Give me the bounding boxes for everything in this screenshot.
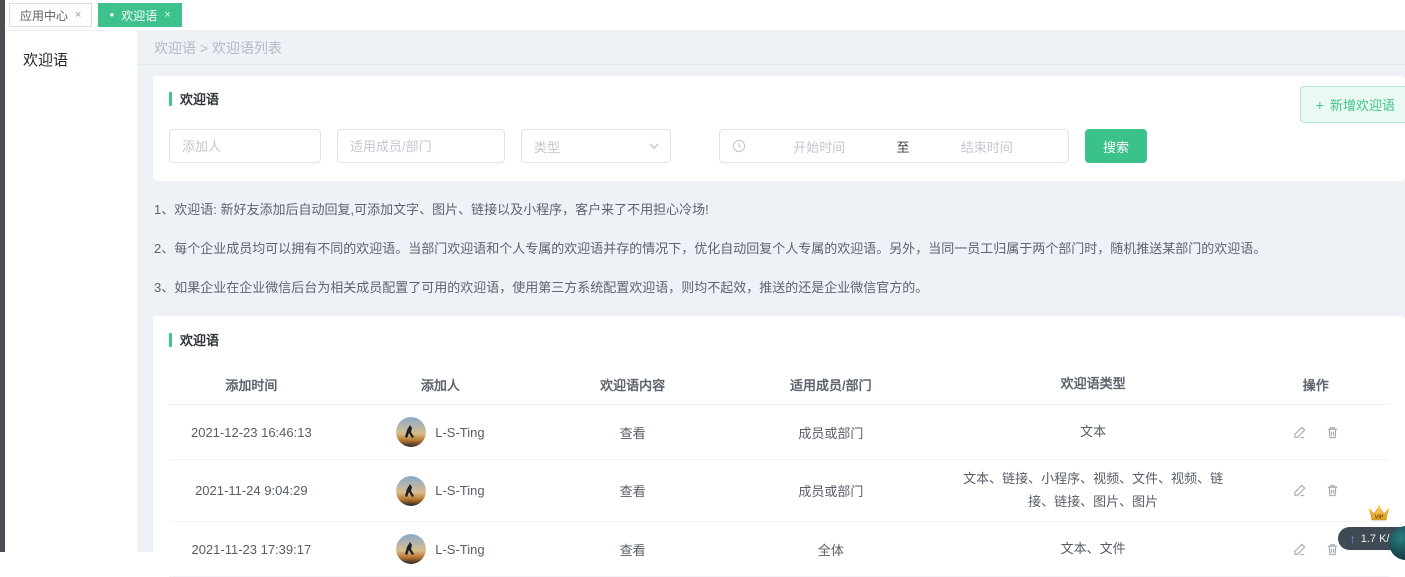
col-header-content: 欢迎语内容 xyxy=(547,375,718,394)
table-row: 2021-11-23 17:39:17 L-S-Ting 查看 全体 文本、文件 xyxy=(169,522,1389,577)
adder-name: L-S-Ting xyxy=(435,483,484,498)
table-row: 2021-11-24 9:04:29 L-S-Ting 查看 成员或部门 文本、… xyxy=(169,460,1389,522)
col-header-type: 欢迎语类型 xyxy=(944,373,1243,395)
col-header-adder: 添加人 xyxy=(334,375,548,394)
welcome-message-table: 添加时间 添加人 欢迎语内容 适用成员/部门 欢迎语类型 操作 2021-12-… xyxy=(169,365,1389,577)
adder-name: L-S-Ting xyxy=(435,425,484,440)
cell-actions xyxy=(1243,425,1389,440)
tab-label: 欢迎语 xyxy=(121,7,157,24)
col-header-actions: 操作 xyxy=(1243,375,1389,394)
plus-icon: + xyxy=(1316,98,1324,112)
cell-adder: L-S-Ting xyxy=(334,476,548,506)
table-section-title: 欢迎语 xyxy=(169,330,1389,349)
tab-bar: 应用中心 × ● 欢迎语 × xyxy=(5,0,1405,31)
view-content-link[interactable]: 查看 xyxy=(547,423,718,442)
member-department-input[interactable] xyxy=(337,129,505,163)
cell-time: 2021-11-24 9:04:29 xyxy=(169,483,334,498)
tab-app-center[interactable]: 应用中心 × xyxy=(9,3,92,27)
avatar xyxy=(396,476,426,506)
cell-time: 2021-12-23 16:46:13 xyxy=(169,425,334,440)
filter-row: 类型 开始时间 至 结束时间 搜索 xyxy=(169,129,1389,163)
main-content: 欢迎语 > 欢迎语列表 欢迎语 + 新增欢迎语 类型 xyxy=(137,31,1405,552)
type-select[interactable]: 类型 xyxy=(521,129,671,163)
upload-arrow-icon: ↑ xyxy=(1350,532,1356,546)
note-line: 1、欢迎语: 新好友添加后自动回复,可添加文字、图片、链接以及小程序，客户来了不… xyxy=(154,199,1405,218)
sidebar-item-welcome-message[interactable]: 欢迎语 xyxy=(5,49,137,70)
help-notes: 1、欢迎语: 新好友添加后自动回复,可添加文字、图片、链接以及小程序，客户来了不… xyxy=(154,199,1405,296)
delete-icon[interactable] xyxy=(1325,483,1340,498)
date-range-separator: 至 xyxy=(889,137,918,156)
sidebar: 欢迎语 xyxy=(5,31,137,552)
cell-scope: 成员或部门 xyxy=(718,481,944,500)
tab-welcome-message[interactable]: ● 欢迎语 × xyxy=(98,3,181,27)
cell-adder: L-S-Ting xyxy=(334,417,548,447)
search-button[interactable]: 搜索 xyxy=(1085,129,1147,163)
end-time-placeholder: 结束时间 xyxy=(918,137,1057,156)
chevron-down-icon xyxy=(648,140,660,152)
add-welcome-message-button[interactable]: + 新增欢迎语 xyxy=(1300,86,1405,123)
adder-input[interactable] xyxy=(169,129,321,163)
breadcrumb: 欢迎语 > 欢迎语列表 xyxy=(137,31,1405,65)
add-button-label: 新增欢迎语 xyxy=(1330,95,1395,114)
cell-actions xyxy=(1243,483,1389,498)
avatar xyxy=(396,417,426,447)
filter-section-title-text: 欢迎语 xyxy=(180,89,219,108)
close-icon[interactable]: × xyxy=(75,10,81,21)
cell-type: 文本、链接、小程序、视频、文件、视频、链接、链接、图片、图片 xyxy=(944,468,1243,512)
edit-icon[interactable] xyxy=(1292,542,1307,557)
cell-type: 文本 xyxy=(944,421,1243,443)
cell-adder: L-S-Ting xyxy=(334,534,548,564)
cell-time: 2021-11-23 17:39:17 xyxy=(169,542,334,557)
col-header-time: 添加时间 xyxy=(169,375,334,394)
crown-vip-icon: VIP xyxy=(1367,504,1391,529)
cell-scope: 成员或部门 xyxy=(718,423,944,442)
title-accent-bar xyxy=(169,333,172,347)
table-section-title-text: 欢迎语 xyxy=(180,330,219,349)
note-line: 3、如果企业在企业微信后台为相关成员配置了可用的欢迎语，使用第三方系统配置欢迎语… xyxy=(154,277,1405,296)
clock-icon xyxy=(732,139,746,153)
cell-scope: 全体 xyxy=(718,540,944,559)
adder-name: L-S-Ting xyxy=(435,542,484,557)
table-card: 欢迎语 添加时间 添加人 欢迎语内容 适用成员/部门 欢迎语类型 操作 2021… xyxy=(153,316,1405,576)
date-range-picker[interactable]: 开始时间 至 结束时间 xyxy=(719,129,1069,163)
avatar xyxy=(396,534,426,564)
filter-section-title: 欢迎语 xyxy=(169,89,1389,108)
type-select-placeholder: 类型 xyxy=(534,137,560,156)
cell-type: 文本、文件 xyxy=(944,538,1243,560)
table-header-row: 添加时间 添加人 欢迎语内容 适用成员/部门 欢迎语类型 操作 xyxy=(169,365,1389,405)
col-header-scope: 适用成员/部门 xyxy=(718,375,944,394)
view-content-link[interactable]: 查看 xyxy=(547,481,718,500)
svg-text:VIP: VIP xyxy=(1375,515,1384,521)
title-accent-bar xyxy=(169,92,172,106)
edit-icon[interactable] xyxy=(1292,483,1307,498)
view-content-link[interactable]: 查看 xyxy=(547,540,718,559)
speed-overlay-widget[interactable]: VIP ↑ 1.7 K/s xyxy=(1325,506,1405,552)
window-edge xyxy=(0,0,5,552)
filter-card: 欢迎语 + 新增欢迎语 类型 xyxy=(153,76,1405,181)
start-time-placeholder: 开始时间 xyxy=(750,137,889,156)
note-line: 2、每个企业成员均可以拥有不同的欢迎语。当部门欢迎语和个人专属的欢迎语并存的情况… xyxy=(154,238,1405,257)
table-row: 2021-12-23 16:46:13 L-S-Ting 查看 成员或部门 文本 xyxy=(169,405,1389,460)
delete-icon[interactable] xyxy=(1325,425,1340,440)
close-icon[interactable]: × xyxy=(164,10,170,21)
edit-icon[interactable] xyxy=(1292,425,1307,440)
tab-label: 应用中心 xyxy=(20,7,68,24)
app-root: 应用中心 × ● 欢迎语 × 欢迎语 欢迎语 > 欢迎语列表 欢迎语 + xyxy=(5,0,1405,552)
active-dot-icon: ● xyxy=(109,11,114,19)
